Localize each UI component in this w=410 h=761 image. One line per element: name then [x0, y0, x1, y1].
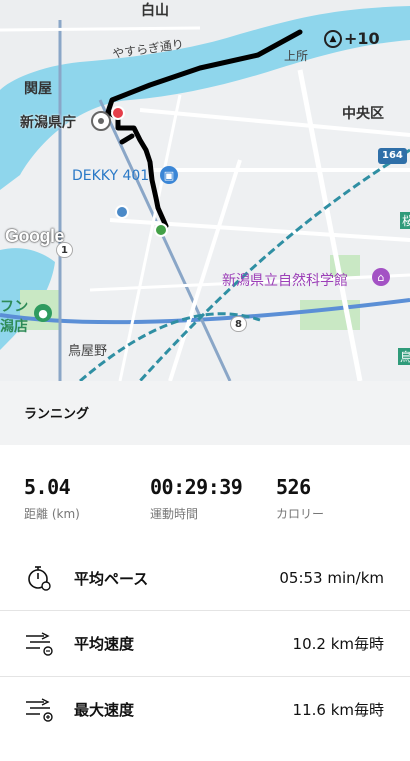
google-logo: Google — [5, 226, 65, 246]
map-label-fun-line2: 潟店 — [0, 319, 28, 335]
calories-stat: 526 カロリー — [276, 475, 324, 522]
map-label-museum: 新潟県立自然科学館 — [222, 273, 348, 289]
route-map[interactable]: 白山 やすらぎ通り 上所 関屋 新潟県庁 中央区 DEKKY 401 ▣ Goo… — [0, 0, 410, 381]
avg-speed-label: 平均速度 — [74, 634, 135, 653]
avg-speed-value: 10.2 km毎時 — [292, 634, 384, 653]
route-shield-164: 164 — [378, 148, 407, 164]
duration-value: 00:29:39 — [150, 475, 243, 499]
location-pin — [115, 205, 129, 219]
map-label-edge-right: 鳥 — [398, 348, 410, 365]
avg-pace-row: 平均ペース 05:53 min/km — [0, 546, 410, 610]
map-label-prefecture-office: 新潟県庁 — [20, 115, 76, 131]
route-shield-1: 1 — [56, 242, 73, 258]
map-label-toriyano: 鳥屋野 — [68, 344, 108, 359]
avg-pace-label: 平均ペース — [74, 569, 149, 588]
road — [0, 26, 201, 32]
max-speed-value: 11.6 km毎時 — [292, 700, 384, 719]
shopping-bag-icon: ▣ — [160, 166, 178, 184]
distance-value: 5.04 — [24, 475, 71, 499]
route-start-marker — [111, 106, 125, 120]
map-canvas — [0, 0, 410, 381]
distance-stat: 5.04 距離 (km) — [24, 475, 80, 522]
store-icon: ● — [34, 304, 52, 322]
map-label-kamitokoro: 上所 — [284, 49, 309, 63]
activity-title: ランニング — [24, 407, 90, 422]
max-speed-label: 最大速度 — [74, 700, 135, 719]
map-label-edge-top-right: 桜 — [400, 212, 410, 229]
max-speed-row: 最大速度 11.6 km毎時 — [0, 677, 410, 741]
speed-lines-icon — [26, 632, 53, 656]
map-label-chuo-ku: 中央区 — [342, 106, 384, 122]
run-route — [119, 133, 135, 145]
avg-pace-value: 05:53 min/km — [279, 569, 384, 587]
main-road — [98, 99, 232, 381]
duration-stat: 00:29:39 運動時間 — [150, 475, 243, 522]
stopwatch-icon — [28, 566, 51, 591]
distance-label: 距離 (km) — [24, 507, 80, 521]
map-label-sekiya: 関屋 — [24, 81, 52, 97]
app-watermark: ▲ +10 — [324, 29, 380, 48]
map-label-hakusan: 白山 — [141, 3, 169, 19]
route-end-marker — [154, 223, 168, 237]
mountain-icon: ▲ — [324, 29, 342, 48]
route-shield-8: 8 — [230, 316, 247, 332]
max-speed-icon — [26, 698, 53, 722]
duration-label: 運動時間 — [150, 507, 199, 521]
activity-header: ランニング — [0, 381, 410, 445]
watermark-text: +10 — [344, 29, 380, 48]
map-label-dekky: DEKKY 401 — [72, 168, 150, 184]
calories-value: 526 — [276, 475, 311, 499]
calories-label: カロリー — [276, 507, 325, 521]
summary-stats: 5.04 距離 (km) 00:29:39 運動時間 526 カロリー — [0, 445, 410, 540]
map-label-fun-line1: フン — [0, 299, 29, 315]
avg-speed-row: 平均速度 10.2 km毎時 — [0, 611, 410, 675]
museum-icon: ⌂ — [372, 268, 390, 286]
